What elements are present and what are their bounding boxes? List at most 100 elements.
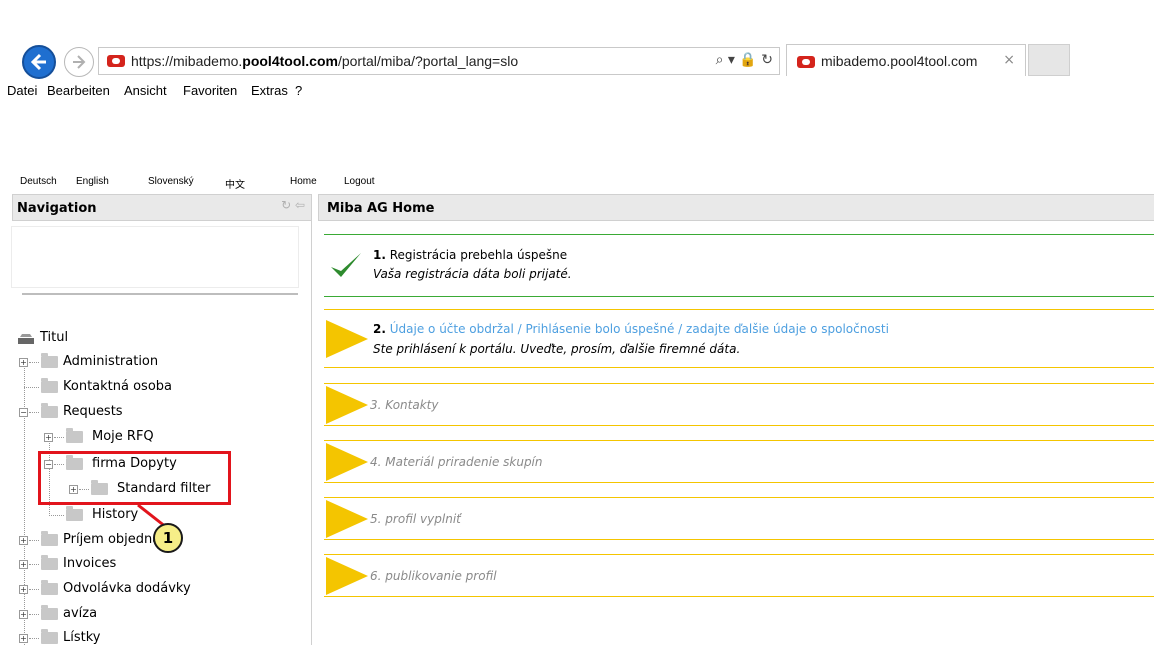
- arrow-icon: [326, 500, 368, 538]
- expand-icon[interactable]: +: [19, 634, 28, 643]
- expand-icon[interactable]: +: [19, 560, 28, 569]
- logout-link[interactable]: Logout: [344, 176, 375, 187]
- tree-connector: [29, 362, 39, 363]
- lang-chinese-link[interactable]: 中文: [225, 176, 245, 191]
- back-arrow-icon: [30, 53, 46, 71]
- expand-icon[interactable]: +: [44, 433, 53, 442]
- arrow-icon: [326, 320, 368, 358]
- tree-item-label: Administration: [63, 354, 159, 369]
- lang-slovensky-link[interactable]: Slovenský: [148, 176, 194, 187]
- tree-item-administration[interactable]: + Administration: [19, 353, 219, 373]
- tab-close-icon[interactable]: ×: [1003, 52, 1015, 68]
- folder-icon: [41, 531, 58, 546]
- forward-arrow-icon: [73, 55, 86, 69]
- navigation-title: Navigation: [17, 201, 97, 216]
- site-logo-icon: [107, 55, 125, 67]
- folder-icon: [41, 629, 58, 644]
- tree-connector: [49, 515, 64, 516]
- step-contacts: 3. Kontakty: [324, 383, 1154, 426]
- menu-ansicht[interactable]: Ansicht: [124, 83, 167, 98]
- address-url[interactable]: https://mibademo.pool4tool.com/portal/mi…: [131, 53, 518, 69]
- expand-icon[interactable]: +: [19, 536, 28, 545]
- folder-icon: [41, 403, 58, 418]
- menu-datei[interactable]: Datei: [7, 83, 37, 98]
- tree-item-label: Moje RFQ: [92, 429, 154, 444]
- arrow-icon: [326, 557, 368, 595]
- main-title: Miba AG Home: [327, 201, 435, 216]
- step-material-groups: 4. Materiál priradenie skupín: [324, 440, 1154, 483]
- tree-connector: [29, 564, 39, 565]
- refresh-collapse-icons[interactable]: ↻ ⇦: [281, 198, 305, 212]
- folder-icon: [41, 555, 58, 570]
- folder-icon: [41, 580, 58, 595]
- navigation-separator: [22, 293, 298, 295]
- menu-extras[interactable]: Extras: [251, 83, 288, 98]
- address-tools-icons[interactable]: ⌕ ▾ 🔒 ↻: [716, 52, 773, 68]
- tree-item-label: Odvolávka dodávky: [63, 581, 191, 596]
- step-profile-publish: 6. publikovanie profil: [324, 554, 1154, 597]
- step-profile-fill: 5. profil vyplniť: [324, 497, 1154, 540]
- folder-icon: [41, 353, 58, 368]
- tree-item-label: Lístky: [63, 630, 101, 645]
- tree-item-odvolavka-dodavky[interactable]: + Odvolávka dodávky: [19, 580, 219, 600]
- tree-connector: [29, 540, 39, 541]
- lang-deutsch-link[interactable]: Deutsch: [20, 176, 57, 187]
- tree-item-listky[interactable]: + Lístky: [19, 629, 219, 645]
- callout-badge: 1: [153, 523, 183, 553]
- step-title: 4. Materiál priradenie skupín: [370, 455, 543, 469]
- tree-item-label: Kontaktná osoba: [63, 379, 172, 394]
- tree-item-moje-rfq[interactable]: + Moje RFQ: [44, 428, 244, 448]
- navigation-blank-area: [12, 227, 298, 287]
- tree-connector: [29, 614, 39, 615]
- step-subtitle: Vaša registrácia dáta boli prijaté.: [373, 267, 572, 281]
- highlight-box: [38, 451, 231, 505]
- tree-item-requests[interactable]: − Requests: [19, 403, 219, 423]
- step-title: 3. Kontakty: [370, 398, 439, 412]
- main-header: Miba AG Home: [318, 194, 1154, 221]
- tab-title: mibademo.pool4tool.com: [821, 53, 978, 69]
- tree-item-kontaktna-osoba[interactable]: Kontaktná osoba: [19, 378, 219, 398]
- menu-help[interactable]: ?: [295, 83, 302, 98]
- home-link[interactable]: Home: [290, 176, 317, 187]
- navigation-header: Navigation ↻ ⇦: [12, 194, 312, 221]
- tree-item-label: avíza: [63, 606, 98, 621]
- tree-connector: [29, 589, 39, 590]
- folder-icon: [41, 378, 58, 393]
- tree-item-invoices[interactable]: + Invoices: [19, 555, 219, 575]
- tab-favicon-icon: [797, 56, 815, 68]
- lang-english-link[interactable]: English: [76, 176, 109, 187]
- step-registration: 1. Registrácia prebehla úspešne Vaša reg…: [324, 234, 1154, 297]
- step-title: 2. Údaje o účte obdržal / Prihlásenie bo…: [373, 322, 889, 336]
- expand-icon[interactable]: +: [19, 610, 28, 619]
- tree-item-label: Invoices: [63, 556, 117, 571]
- tree-connector: [24, 387, 39, 388]
- step-title: 6. publikovanie profil: [370, 569, 497, 583]
- step-link[interactable]: Údaje o účte obdržal / Prihlásenie bolo …: [390, 322, 889, 336]
- back-button[interactable]: [22, 45, 56, 79]
- menu-bar: Datei Bearbeiten Ansicht Favoriten Extra…: [0, 80, 1154, 102]
- arrow-icon: [326, 443, 368, 481]
- tree-item-aviza[interactable]: + avíza: [19, 605, 219, 625]
- step-subtitle: Ste prihlásení k portálu. Uveďte, prosím…: [373, 342, 741, 356]
- tree-root[interactable]: Titul: [16, 329, 136, 349]
- address-bar[interactable]: https://mibademo.pool4tool.com/portal/mi…: [98, 47, 780, 75]
- stack-icon: [18, 334, 34, 344]
- expand-icon[interactable]: +: [19, 585, 28, 594]
- forward-button[interactable]: [64, 47, 94, 77]
- browser-chrome: https://mibademo.pool4tool.com/portal/mi…: [0, 0, 1154, 80]
- new-tab-button[interactable]: [1028, 44, 1070, 76]
- tree-item-prijem-objednavky[interactable]: + Príjem objednávky: [19, 531, 219, 551]
- expand-icon[interactable]: +: [19, 358, 28, 367]
- step-title: 1. Registrácia prebehla úspešne: [373, 248, 568, 262]
- tree-connector: [54, 437, 64, 438]
- tree-connector: [29, 638, 39, 639]
- browser-tab[interactable]: mibademo.pool4tool.com ×: [786, 44, 1026, 76]
- step-account: 2. Údaje o účte obdržal / Prihlásenie bo…: [324, 309, 1154, 368]
- folder-icon: [66, 506, 83, 521]
- checkmark-icon: [331, 253, 361, 277]
- folder-icon: [66, 428, 83, 443]
- folder-icon: [41, 605, 58, 620]
- menu-favoriten[interactable]: Favoriten: [183, 83, 237, 98]
- collapse-icon[interactable]: −: [19, 408, 28, 417]
- menu-bearbeiten[interactable]: Bearbeiten: [47, 83, 110, 98]
